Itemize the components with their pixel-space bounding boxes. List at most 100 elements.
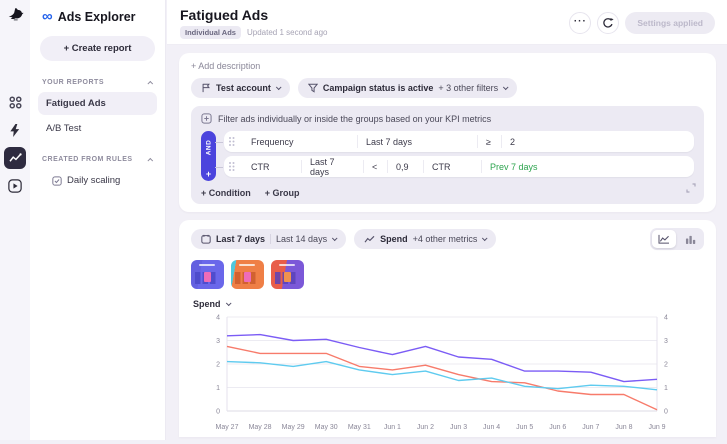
section-your-reports[interactable]: YOUR REPORTS [38,75,157,92]
bar-chart-icon [685,235,695,244]
window-select[interactable]: Last 7 days [301,157,363,177]
campaign-filter-pill[interactable]: Campaign status is active + 3 other filt… [297,78,518,98]
bar-chart-toggle[interactable] [678,230,702,248]
chart-card: Last 7 days Last 14 days Spend +4 other … [179,220,716,437]
add-condition-button[interactable]: + Condition [201,188,251,198]
axis-metric-dropdown[interactable]: Spend [193,299,704,309]
value-input[interactable]: 2 [501,135,694,148]
more-icon: ··· [573,16,587,27]
more-button[interactable]: ··· [569,12,592,34]
settings-applied-button[interactable]: Settings applied [625,12,715,34]
svg-text:3: 3 [216,338,220,345]
svg-text:Jun 5: Jun 5 [516,424,533,431]
svg-text:Jun 2: Jun 2 [417,424,434,431]
svg-text:2: 2 [664,362,668,369]
and-connector[interactable]: AND + [201,131,216,181]
sidebar: ∞ Ads Explorer + Create report YOUR REPO… [30,0,166,440]
flag-icon [202,83,210,93]
plus-box-icon [201,113,212,124]
account-filter-pill[interactable]: Test account [191,78,290,98]
ad-thumbnail[interactable] [231,260,264,289]
drag-handle-icon [229,137,235,146]
refresh-button[interactable] [597,12,620,34]
svg-text:2: 2 [216,362,220,369]
drag-handle-icon [229,162,235,171]
sidebar-item-ab-test[interactable]: A/B Test [38,117,157,140]
metric-select[interactable]: Frequency [243,135,357,148]
kpi-filter-description: Filter ads individually or inside the gr… [218,113,492,124]
thumbnail-art [204,272,211,282]
ad-thumbnail[interactable] [191,260,224,289]
metric-select[interactable]: CTR [243,160,301,173]
ad-thumbnail[interactable] [271,260,304,289]
updated-timestamp: Updated 1 second ago [246,28,328,37]
svg-text:Jun 3: Jun 3 [450,424,467,431]
meta-infinity-icon: ∞ [42,8,53,25]
sidebar-item-fatigued-ads[interactable]: Fatigued Ads [38,92,157,115]
svg-text:Jun 9: Jun 9 [648,424,665,431]
line-chart-toggle[interactable] [652,230,676,248]
value-input[interactable]: 0,9 [387,160,423,173]
svg-text:Jun 1: Jun 1 [384,424,401,431]
svg-text:0: 0 [664,409,668,416]
svg-text:0: 0 [216,409,220,416]
reports-icon[interactable] [4,147,26,169]
divider [270,234,272,244]
add-group-button[interactable]: + Group [265,188,300,198]
sidebar-item-daily-scaling[interactable]: Daily scaling [38,169,157,192]
icon-rail [0,0,30,440]
section-created-from-rules[interactable]: CREATED FROM RULES [38,152,157,169]
refresh-icon [603,18,614,28]
svg-text:May 31: May 31 [348,424,371,431]
operator-select[interactable]: ≥ [477,135,501,148]
operator-select[interactable]: < [363,160,387,173]
bird-logo-icon[interactable] [7,6,24,26]
date-range-pill[interactable]: Last 7 days Last 14 days [191,229,347,249]
drag-handle[interactable] [224,135,243,148]
calendar-icon [201,234,211,244]
svg-text:Jun 4: Jun 4 [483,424,500,431]
spend-line-chart[interactable]: 0 0 1 1 2 2 3 3 4 4 May 27 May 28 May 29 May 30 May 31… [191,311,705,439]
svg-text:Jun 6: Jun 6 [549,424,566,431]
svg-text:Jun 8: Jun 8 [615,424,632,431]
chevron-up-icon [147,80,154,87]
compare-metric-select[interactable]: CTR [423,160,481,173]
add-condition-plus-icon[interactable]: + [206,170,211,179]
add-description-link[interactable]: + Add description [191,61,704,71]
svg-text:May 28: May 28 [249,424,272,431]
videos-icon[interactable] [4,175,26,197]
expand-icon[interactable] [686,180,696,198]
report-type-badge: Individual Ads [180,26,241,39]
chevron-down-icon [503,84,509,91]
create-report-button[interactable]: + Create report [40,36,155,61]
thumbnail-art [284,272,291,282]
chevron-down-icon [482,235,488,242]
ad-thumbnails [191,260,704,289]
svg-text:Jun 7: Jun 7 [582,424,599,431]
metric-selector-pill[interactable]: Spend +4 other metrics [354,229,497,249]
compare-window-select[interactable]: Prev 7 days [481,160,694,173]
main-area: Fatigued Ads Individual Ads Updated 1 se… [167,0,727,440]
thumbnail-art [244,272,251,282]
condition-row[interactable]: CTR Last 7 days < 0,9 CTR Prev 7 days [215,156,694,177]
svg-text:1: 1 [216,385,220,392]
svg-text:3: 3 [664,338,668,345]
apps-icon[interactable] [4,91,26,113]
svg-text:May 30: May 30 [315,424,338,431]
checklist-icon [52,175,62,186]
automations-icon[interactable] [4,119,26,141]
trend-icon [364,235,375,243]
app-title: ∞ Ads Explorer [42,8,136,25]
kpi-filter-box: Filter ads individually or inside the gr… [191,106,704,204]
svg-text:May 29: May 29 [282,424,305,431]
window-select[interactable]: Last 7 days [357,135,477,148]
svg-text:4: 4 [664,315,668,322]
page-header: Fatigued Ads Individual Ads Updated 1 se… [167,0,727,45]
chevron-down-icon [275,84,282,91]
chevron-down-icon [225,300,232,307]
chevron-up-icon [147,157,154,164]
drag-handle[interactable] [224,160,243,173]
condition-row[interactable]: Frequency Last 7 days ≥ 2 [215,131,694,152]
page-title: Fatigued Ads [180,7,269,23]
chevron-down-icon [331,235,338,242]
